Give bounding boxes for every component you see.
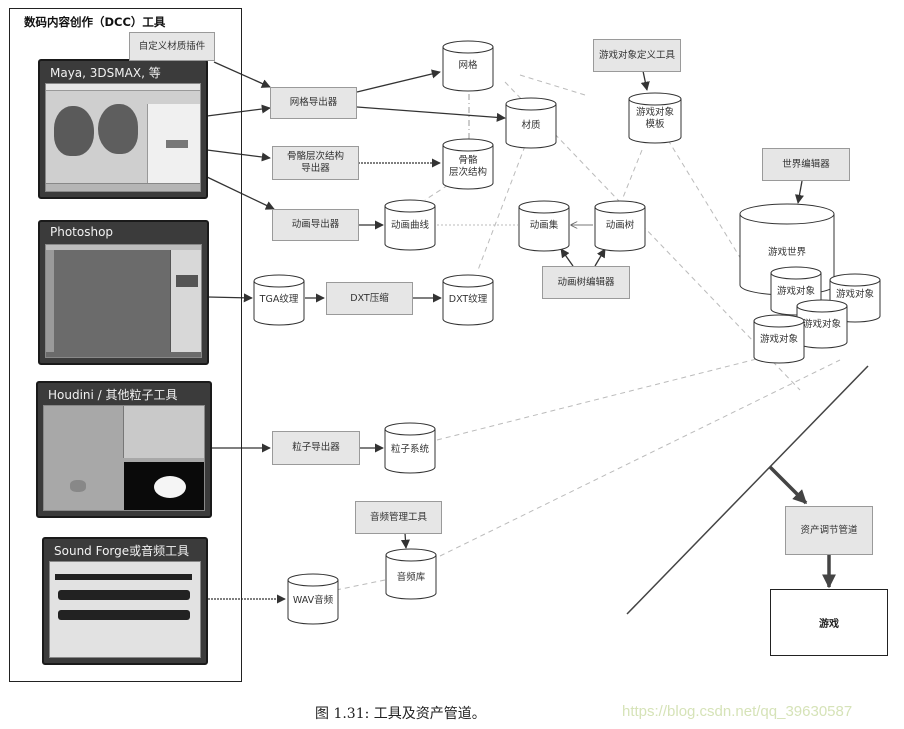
link-template-animtree — [621, 149, 643, 201]
watermark: https://blog.csdn.net/qq_39630587 — [622, 703, 853, 720]
store-label: 动画曲线 — [390, 220, 429, 231]
store-audio-library: 音频库 — [385, 548, 437, 600]
store-label: 材质 — [521, 120, 541, 131]
store-label: 骨骼 层次结构 — [448, 155, 487, 178]
process-world-editor: 世界编辑器 — [762, 148, 850, 181]
arrow-godef-to-template — [640, 70, 650, 91]
pipeline-divider — [626, 365, 869, 615]
tool-panel-maya: Maya, 3DSMAX, 等 — [38, 59, 208, 199]
store-label: DXT纹理 — [448, 294, 488, 305]
arrow-mesh-exporter-to-material — [356, 106, 506, 122]
tool-panel-soundforge: Sound Forge或音频工具 — [42, 537, 208, 665]
store-label: 游戏世界 — [768, 247, 807, 258]
maya-screenshot — [45, 83, 201, 192]
store-label: 网格 — [458, 60, 478, 71]
game-box: 游戏 — [770, 589, 888, 656]
arrow-divider-to-conditioning — [768, 465, 808, 505]
store-label: 游戏对象 — [776, 286, 815, 297]
store-particle-system: 粒子系统 — [384, 422, 436, 474]
tool-label-soundforge: Sound Forge或音频工具 — [54, 544, 190, 558]
store-game-object-template: 游戏对象 模板 — [628, 92, 682, 144]
tool-label-photoshop: Photoshop — [50, 225, 114, 239]
houdini-screenshot — [43, 405, 205, 511]
store-label: 游戏对象 — [759, 334, 798, 345]
store-wav-audio: WAV音频 — [287, 573, 339, 625]
process-anim-exporter: 动画导出器 — [272, 209, 359, 241]
store-label: 动画集 — [529, 220, 559, 231]
store-anim-tree: 动画树 — [594, 200, 646, 252]
process-mesh-exporter: 网格导出器 — [270, 87, 357, 119]
store-material: 材质 — [505, 97, 557, 149]
link-audio-pipeline — [439, 359, 841, 557]
store-game-object-4: 游戏对象 — [753, 314, 805, 364]
process-asset-conditioning: 资产调节管道 — [785, 506, 873, 555]
store-mesh: 网格 — [442, 40, 494, 92]
store-anim-set: 动画集 — [518, 200, 570, 252]
process-skeleton-exporter: 骨骼层次结构 导出器 — [272, 146, 359, 180]
dcc-group-title: 数码内容创作（DCC）工具 — [24, 15, 166, 29]
store-label: 粒子系统 — [390, 444, 429, 455]
store-label: 游戏对象 模板 — [635, 107, 674, 130]
photoshop-screenshot — [45, 244, 202, 358]
tool-label-maya: Maya, 3DSMAX, 等 — [50, 66, 161, 80]
process-game-object-def-tool: 游戏对象定义工具 — [593, 39, 681, 72]
tool-label-houdini: Houdini / 其他粒子工具 — [48, 388, 178, 402]
figure-caption: 图 1.31: 工具及资产管道。 — [315, 706, 486, 722]
process-particle-exporter: 粒子导出器 — [272, 431, 360, 465]
process-dxt-compress: DXT压缩 — [326, 282, 413, 315]
soundforge-screenshot — [49, 561, 201, 658]
arrow-audio-tool-to-library — [400, 532, 410, 549]
store-dxt-texture: DXT纹理 — [442, 274, 494, 326]
arrow-mesh-exporter-to-mesh — [356, 69, 441, 93]
store-tga-texture: TGA纹理 — [253, 274, 305, 326]
link-material-pipeline — [519, 74, 586, 96]
process-audio-manager: 音频管理工具 — [355, 501, 442, 534]
tool-panel-houdini: Houdini / 其他粒子工具 — [36, 381, 212, 518]
arrow-world-editor-to-world — [794, 180, 804, 204]
link-particle-pipeline — [436, 347, 801, 441]
process-anim-tree-editor: 动画树编辑器 — [542, 266, 630, 299]
store-label: 音频库 — [396, 572, 426, 583]
store-skeleton: 骨骼 层次结构 — [442, 138, 494, 190]
store-anim-curve: 动画曲线 — [384, 199, 436, 251]
store-label: TGA纹理 — [259, 294, 299, 305]
tool-panel-photoshop: Photoshop — [38, 220, 209, 365]
process-custom-material-plugin: 自定义材质插件 — [129, 32, 215, 61]
store-label: WAV音频 — [292, 595, 334, 606]
store-label: 动画树 — [605, 220, 635, 231]
link-wav-audio — [335, 579, 386, 591]
